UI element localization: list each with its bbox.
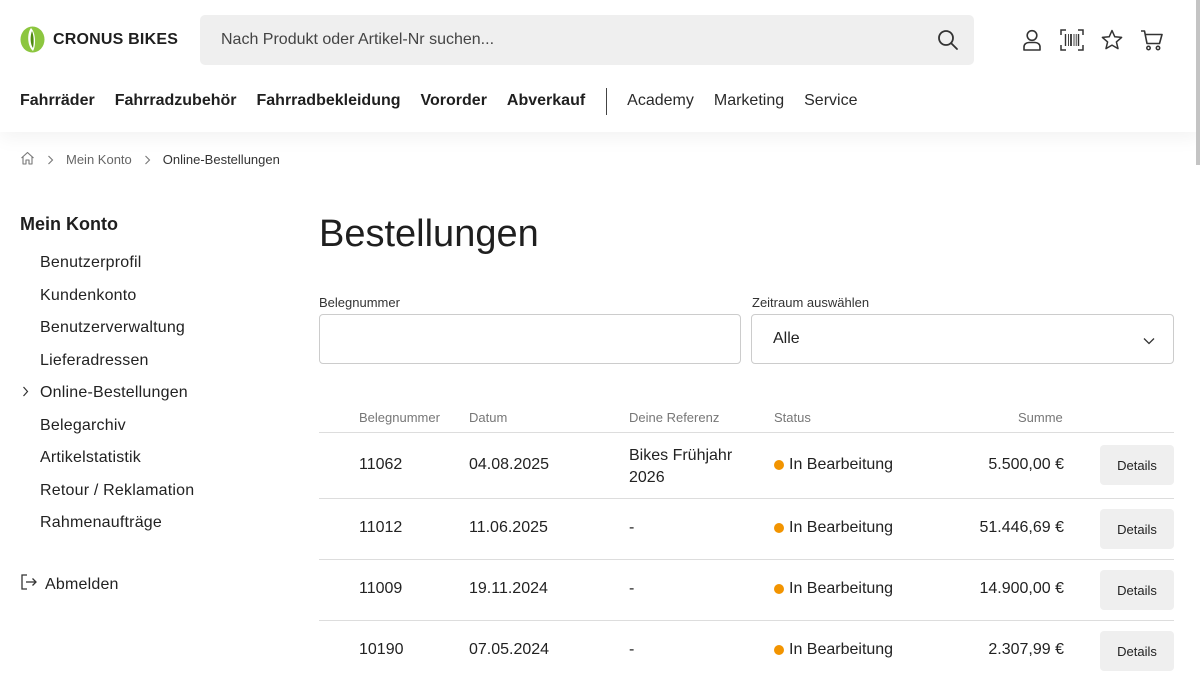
status-dot-icon bbox=[774, 645, 784, 655]
cell-datum: 19.11.2024 bbox=[469, 580, 548, 597]
nav-abverkauf[interactable]: Abverkauf bbox=[507, 92, 585, 110]
nav-fahrradzubehoer[interactable]: Fahrradzubehör bbox=[115, 92, 237, 110]
details-button[interactable]: Details bbox=[1100, 631, 1174, 671]
search-icon[interactable] bbox=[936, 28, 960, 52]
user-icon[interactable] bbox=[1020, 27, 1044, 53]
sidebar-menu: Benutzerprofil Kundenkonto Benutzerverwa… bbox=[20, 247, 280, 540]
search-input[interactable] bbox=[200, 15, 920, 65]
nav-vororder[interactable]: Vororder bbox=[421, 92, 487, 110]
details-button[interactable]: Details bbox=[1100, 570, 1174, 610]
search-bar bbox=[200, 15, 974, 65]
sidebar-item-kundenkonto[interactable]: Kundenkonto bbox=[20, 280, 280, 313]
details-button[interactable]: Details bbox=[1100, 509, 1174, 549]
status-badge: In Bearbeitung bbox=[774, 580, 893, 598]
cell-summe: 14.900,00 € bbox=[979, 580, 1064, 597]
cell-referenz: Bikes Frühjahr 2026 bbox=[629, 447, 733, 486]
chevron-right-icon bbox=[47, 155, 54, 165]
chevron-right-icon bbox=[22, 384, 29, 402]
sidebar-item-benutzerverwaltung[interactable]: Benutzerverwaltung bbox=[20, 312, 280, 345]
status-badge: In Bearbeitung bbox=[774, 641, 893, 659]
cell-datum: 11.06.2025 bbox=[469, 519, 548, 536]
status-badge: In Bearbeitung bbox=[774, 456, 893, 474]
sidebar-item-retour-reklamation[interactable]: Retour / Reklamation bbox=[20, 475, 280, 508]
cell-summe: 51.446,69 € bbox=[979, 519, 1064, 536]
breadcrumb-item-mein-konto[interactable]: Mein Konto bbox=[66, 152, 132, 167]
status-label: In Bearbeitung bbox=[789, 641, 894, 658]
column-header-summe[interactable]: Summe bbox=[1018, 410, 1063, 425]
page-title: Bestellungen bbox=[319, 213, 539, 255]
nav-marketing[interactable]: Marketing bbox=[714, 92, 784, 110]
breadcrumb-item-current: Online-Bestellungen bbox=[162, 152, 280, 167]
status-label: In Bearbeitung bbox=[789, 580, 894, 597]
status-dot-icon bbox=[774, 584, 784, 594]
table-row: 11009 19.11.2024 - In Bearbeitung 14.900… bbox=[319, 560, 1174, 621]
column-header-datum[interactable]: Datum bbox=[469, 410, 507, 425]
cell-belegnummer: 11062 bbox=[359, 456, 403, 473]
cell-datum: 07.05.2024 bbox=[469, 641, 550, 658]
logout-icon bbox=[20, 574, 38, 595]
column-header-belegnummer[interactable]: Belegnummer bbox=[359, 410, 440, 425]
zeitraum-value: Alle bbox=[773, 330, 800, 347]
sidebar-item-artikelstatistik[interactable]: Artikelstatistik bbox=[20, 442, 280, 475]
table-row: 11012 11.06.2025 - In Bearbeitung 51.446… bbox=[319, 499, 1174, 560]
sidebar-title: Mein Konto bbox=[20, 214, 118, 234]
cell-datum: 04.08.2025 bbox=[469, 456, 550, 473]
cell-belegnummer: 11009 bbox=[359, 580, 403, 597]
sidebar-item-lieferadressen[interactable]: Lieferadressen bbox=[20, 345, 280, 378]
details-button[interactable]: Details bbox=[1100, 445, 1174, 485]
column-header-status[interactable]: Status bbox=[774, 410, 811, 425]
brand-logo[interactable]: CRONUS BIKES bbox=[20, 26, 178, 53]
zeitraum-select[interactable]: Alle bbox=[751, 314, 1174, 364]
barcode-icon[interactable] bbox=[1060, 27, 1084, 53]
chevron-down-icon bbox=[1143, 332, 1155, 350]
nav-academy[interactable]: Academy bbox=[627, 92, 694, 110]
home-icon[interactable] bbox=[20, 151, 35, 168]
logout-link[interactable]: Abmelden bbox=[20, 574, 119, 595]
status-dot-icon bbox=[774, 460, 784, 470]
chevron-right-icon bbox=[144, 155, 151, 165]
brand-name: CRONUS BIKES bbox=[53, 30, 179, 48]
cell-referenz: - bbox=[629, 519, 635, 536]
logo-mark-icon bbox=[20, 26, 45, 53]
sidebar-item-benutzerprofil[interactable]: Benutzerprofil bbox=[20, 247, 280, 280]
sidebar-item-label: Online-Bestellungen bbox=[40, 384, 188, 402]
table-row: 11062 04.08.2025 Bikes Frühjahr 2026 In … bbox=[319, 433, 1174, 499]
status-dot-icon bbox=[774, 523, 784, 533]
nav-service[interactable]: Service bbox=[804, 92, 857, 110]
sidebar-item-rahmenauftraege[interactable]: Rahmenaufträge bbox=[20, 507, 280, 540]
sidebar-item-belegarchiv[interactable]: Belegarchiv bbox=[20, 410, 280, 443]
account-sidebar: Mein Konto Benutzerprofil Kundenkonto Be… bbox=[20, 214, 280, 540]
cell-summe: 5.500,00 € bbox=[988, 456, 1064, 473]
status-label: In Bearbeitung bbox=[789, 456, 894, 473]
cell-belegnummer: 10190 bbox=[359, 641, 404, 658]
breadcrumb: Mein Konto Online-Bestellungen bbox=[20, 151, 280, 168]
zeitraum-label: Zeitraum auswählen bbox=[752, 295, 870, 310]
main-nav: Fahrräder Fahrradzubehör Fahrradbekleidu… bbox=[20, 87, 877, 115]
nav-fahrraeder[interactable]: Fahrräder bbox=[20, 92, 95, 110]
sidebar-item-online-bestellungen[interactable]: Online-Bestellungen bbox=[20, 377, 280, 410]
table-header: Belegnummer Datum Deine Referenz Status … bbox=[319, 410, 1174, 433]
page-scrollbar[interactable] bbox=[1196, 0, 1200, 165]
status-badge: In Bearbeitung bbox=[774, 519, 893, 537]
table-row: 10190 07.05.2024 - In Bearbeitung 2.307,… bbox=[319, 621, 1174, 675]
logout-label: Abmelden bbox=[45, 575, 119, 593]
cell-summe: 2.307,99 € bbox=[988, 641, 1064, 658]
status-label: In Bearbeitung bbox=[789, 519, 894, 536]
cell-referenz: - bbox=[629, 580, 635, 597]
cell-belegnummer: 11012 bbox=[359, 519, 403, 536]
belegnummer-input[interactable] bbox=[319, 314, 741, 364]
star-icon[interactable] bbox=[1100, 27, 1124, 53]
cell-referenz: - bbox=[629, 641, 635, 658]
belegnummer-label: Belegnummer bbox=[319, 295, 400, 310]
nav-fahrradbekleidung[interactable]: Fahrradbekleidung bbox=[257, 92, 401, 110]
header-actions bbox=[1020, 27, 1164, 53]
cart-icon[interactable] bbox=[1140, 27, 1164, 53]
nav-divider bbox=[606, 87, 608, 115]
column-header-referenz[interactable]: Deine Referenz bbox=[629, 410, 719, 425]
site-header: CRONUS BIKES Fahrräder Fahrradzubehör Fa… bbox=[0, 0, 1200, 132]
